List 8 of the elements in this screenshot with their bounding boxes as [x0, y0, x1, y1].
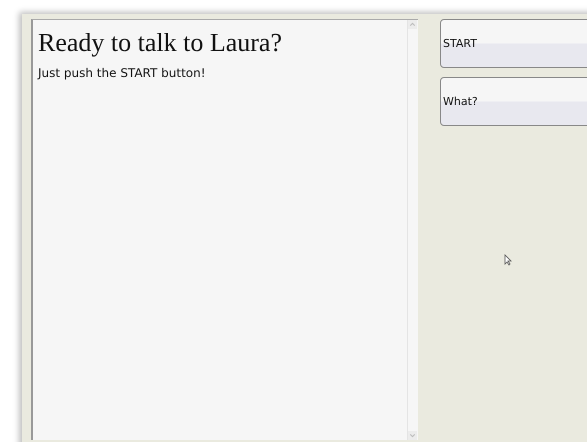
action-button[interactable]: START [440, 19, 587, 68]
chat-message: Just push the START button! [38, 66, 207, 80]
scrollbar[interactable] [407, 20, 418, 440]
scroll-up-icon[interactable] [408, 20, 417, 29]
action-button[interactable]: What? [440, 77, 587, 126]
mouse-cursor-icon [504, 254, 512, 266]
scroll-down-icon[interactable] [408, 431, 417, 440]
chat-heading: Ready to talk to Laura? [38, 28, 284, 58]
